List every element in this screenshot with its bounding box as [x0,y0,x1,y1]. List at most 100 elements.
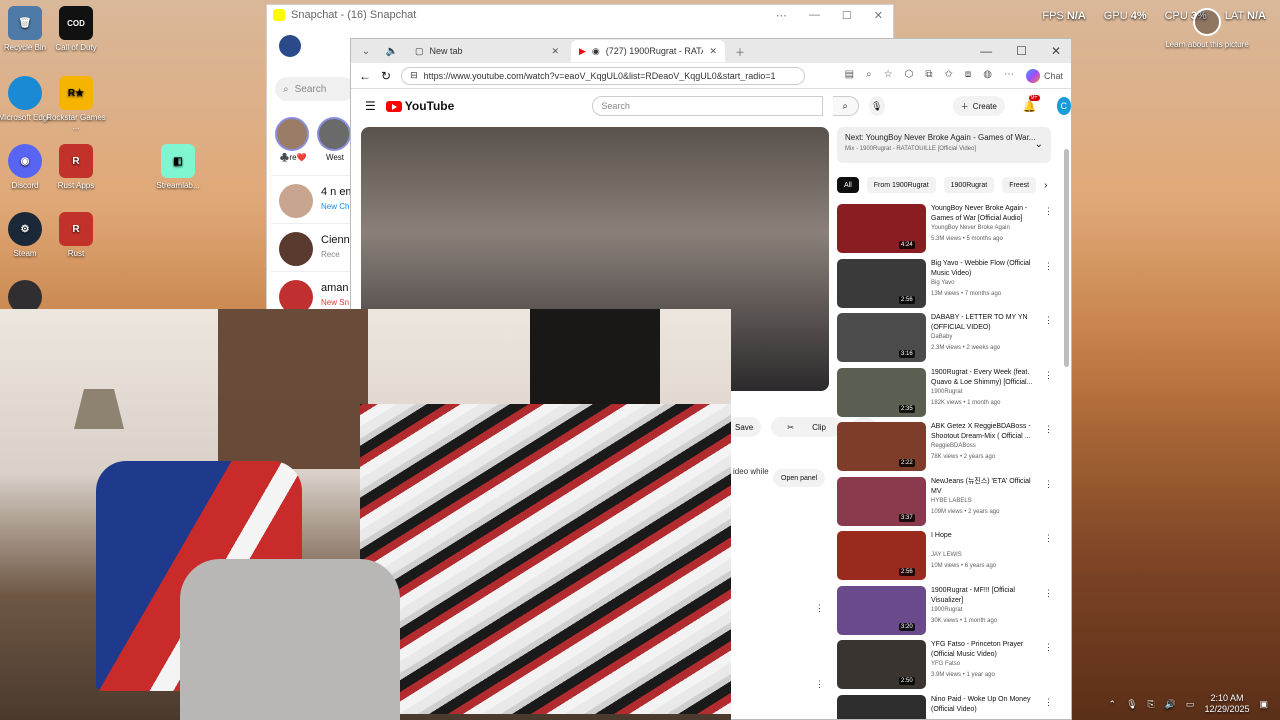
more-icon[interactable]: ⋮ [1044,206,1053,217]
address-bar[interactable]: ⊟ https://www.youtube.com/watch?v=eaoV_K… [401,66,806,85]
favorites-icon[interactable]: ✩ [944,69,952,83]
profile-icon[interactable]: ◍ [983,69,992,83]
channel-name[interactable]: DaBaby [931,334,952,340]
extension-icon[interactable]: ⬡ [905,69,914,83]
close-tab-icon[interactable]: ✕ [551,46,559,57]
notifications-button[interactable]: 🔔 9+ [1023,94,1040,113]
recommendation-item[interactable]: 2:56 Big Yavo - Webbie Flow (Official Mus… [837,258,1055,309]
save-button[interactable]: Save [727,417,762,437]
video-thumbnail[interactable]: 4:24 [837,204,926,253]
video-thumbnail[interactable]: 2:22 [837,422,926,471]
speaker-icon[interactable]: 🔈 [381,41,403,61]
video-title[interactable]: YoungBoy Never Broke Again - Games of Wa… [931,204,1041,224]
reader-icon[interactable]: ▤ [845,69,854,83]
tab-actions-button[interactable]: ⌄ [355,41,377,61]
notification-icon[interactable]: ▣ [1259,699,1268,710]
channel-name[interactable]: Big Yavo [931,280,954,286]
account-avatar[interactable]: C [1056,97,1071,115]
create-button[interactable]: ＋ Create [952,96,1005,116]
more-icon[interactable]: ⋮ [1044,533,1053,544]
youtube-search-input[interactable]: Search [592,96,823,116]
chip-all[interactable]: All [837,177,859,193]
more-icon[interactable]: ⋮ [1044,479,1053,490]
recommendation-item[interactable]: 2:35 1900Rugrat - Every Week (feat. Quavo… [837,367,1055,418]
video-thumbnail[interactable]: 2:56 [837,258,926,308]
video-title[interactable]: 1900Rugrat - Every Week (feat. Quavo & L… [931,368,1041,388]
channel-name[interactable]: YoungBoy Never Broke Again [931,225,1010,231]
back-icon[interactable]: ← [359,69,371,83]
video-thumbnail[interactable]: 2:35 [837,367,926,417]
clock[interactable]: 2:10 AM 12/29/2025 [1204,693,1249,715]
video-title[interactable]: YFG Fatso - Princeton Prayer (Official M… [931,640,1041,660]
collections-icon[interactable]: ⧈ [965,69,971,83]
recommendation-item[interactable]: 3:16 DABABY - LETTER TO MY YN (OFFICIAL V… [837,313,1055,363]
maximize-button[interactable]: ☐ [842,9,852,22]
youtube-logo[interactable]: YouTube [385,99,454,113]
menu-icon[interactable]: ☰ [365,99,376,113]
more-icon[interactable]: ⋮ [1044,642,1053,653]
close-button[interactable]: ✕ [1051,44,1061,58]
up-next-panel[interactable]: Next: YoungBoy Never Broke Again - Games… [837,127,1051,163]
chip-channel[interactable]: 1900Rugrat [943,177,995,193]
volume-icon[interactable]: 🔊 [1165,699,1176,710]
video-title[interactable]: DABABY - LETTER TO MY YN (OFFICIAL VIDEO… [931,313,1041,333]
refresh-icon[interactable]: ↻ [381,69,391,83]
close-tab-icon[interactable]: ✕ [709,46,717,57]
chevron-up-icon[interactable]: ⌃ [1109,699,1117,710]
video-title[interactable]: Big Yavo - Webbie Flow (Official Music V… [931,259,1041,279]
zoom-icon[interactable]: ⌕ [866,69,872,83]
network-icon[interactable]: ⎘ [1148,699,1155,710]
scrollbar[interactable] [1064,149,1069,367]
story-item[interactable]: ♣️re❤️ [275,117,311,162]
extensions-icon[interactable]: ⧉ [925,69,932,83]
video-thumbnail[interactable]: 3:16 [837,313,926,362]
favorite-icon[interactable]: ☆ [884,69,893,83]
more-icon[interactable]: ⋮ [1044,588,1053,599]
recommendation-item[interactable]: 3:37 NewJeans (뉴진스) 'ETA' Official MV HYBE… [837,476,1055,527]
snap-profile-avatar[interactable] [279,35,301,57]
open-panel-button[interactable]: Open panel [773,469,826,487]
channel-name[interactable]: YFG Fatso [931,661,960,667]
video-thumbnail[interactable]: 2:50 [837,640,926,689]
more-icon[interactable]: ⋮ [1044,424,1053,435]
channel-name[interactable]: 1900Rugrat [931,607,962,613]
video-title[interactable]: I Hope [931,531,1041,541]
chip-from-channel[interactable]: From 1900Rugrat [866,177,936,193]
recommendation-item[interactable]: 4:24 YoungBoy Never Broke Again - Games o… [837,204,1055,254]
desktop-icon-rust[interactable]: R Rust [46,212,106,258]
site-info-icon[interactable]: ⊟ [410,70,418,81]
chevron-down-icon[interactable]: ⌄ [1035,139,1043,150]
more-icon[interactable]: ⋯ [1004,69,1014,83]
chevron-right-icon[interactable]: › [1044,180,1047,191]
more-icon[interactable]: ⋯ [776,9,787,22]
more-icon[interactable]: ⋮ [1044,315,1053,326]
channel-name[interactable]: JAY LEWIS [931,552,962,558]
more-icon[interactable]: ⋮ [1044,370,1053,381]
recommendation-item[interactable]: 3:20 1900Rugrat - MF!!! [Official Visuali… [837,585,1055,636]
channel-name[interactable]: HYBE LABELS [931,498,972,504]
story-item[interactable]: West [317,117,353,162]
video-thumbnail[interactable]: 3:37 [837,476,926,526]
video-thumbnail[interactable]: 3:20 [837,585,926,635]
video-title[interactable]: NewJeans (뉴진스) 'ETA' Official MV [931,477,1041,497]
minimize-button[interactable]: — [809,9,820,22]
more-icon[interactable]: ⋮ [1044,261,1053,272]
chat-item[interactable]: 4 n em New Ch [271,175,355,221]
desktop-icon-streamlabs[interactable]: ◧ Streamlab... [148,144,208,190]
minimize-button[interactable]: — [980,44,992,58]
recommendation-item[interactable]: 2:56 I Hope JAY LEWIS 10M views • 6 years a… [837,531,1055,581]
channel-name[interactable]: 1900Rugrat [931,389,962,395]
desktop-icon-rust-apps[interactable]: R Rust Apps [46,144,106,190]
video-title[interactable]: Nino Paid - Woke Up On Money (Official V… [931,695,1041,715]
video-thumbnail[interactable] [837,694,926,719]
desktop-icon-rockstar[interactable]: R★ Rockstar Games ... [46,76,106,131]
more-icon[interactable]: ⋮ [815,679,824,690]
search-button[interactable]: ⌕ [832,96,859,116]
chat-item[interactable]: Cienna Rece [271,223,356,269]
desktop-icon-call-of-duty[interactable]: COD Call of Duty [46,6,106,52]
microphone-icon[interactable]: 🎙 [1126,699,1137,710]
battery-icon[interactable]: ▭ [1186,699,1195,710]
copilot-chat-button[interactable]: Chat [1025,68,1063,83]
recommendation-item[interactable]: Nino Paid - Woke Up On Money (Official V… [837,694,1055,719]
video-title[interactable]: 1900Rugrat - MF!!! [Official Visualizer] [931,586,1041,606]
